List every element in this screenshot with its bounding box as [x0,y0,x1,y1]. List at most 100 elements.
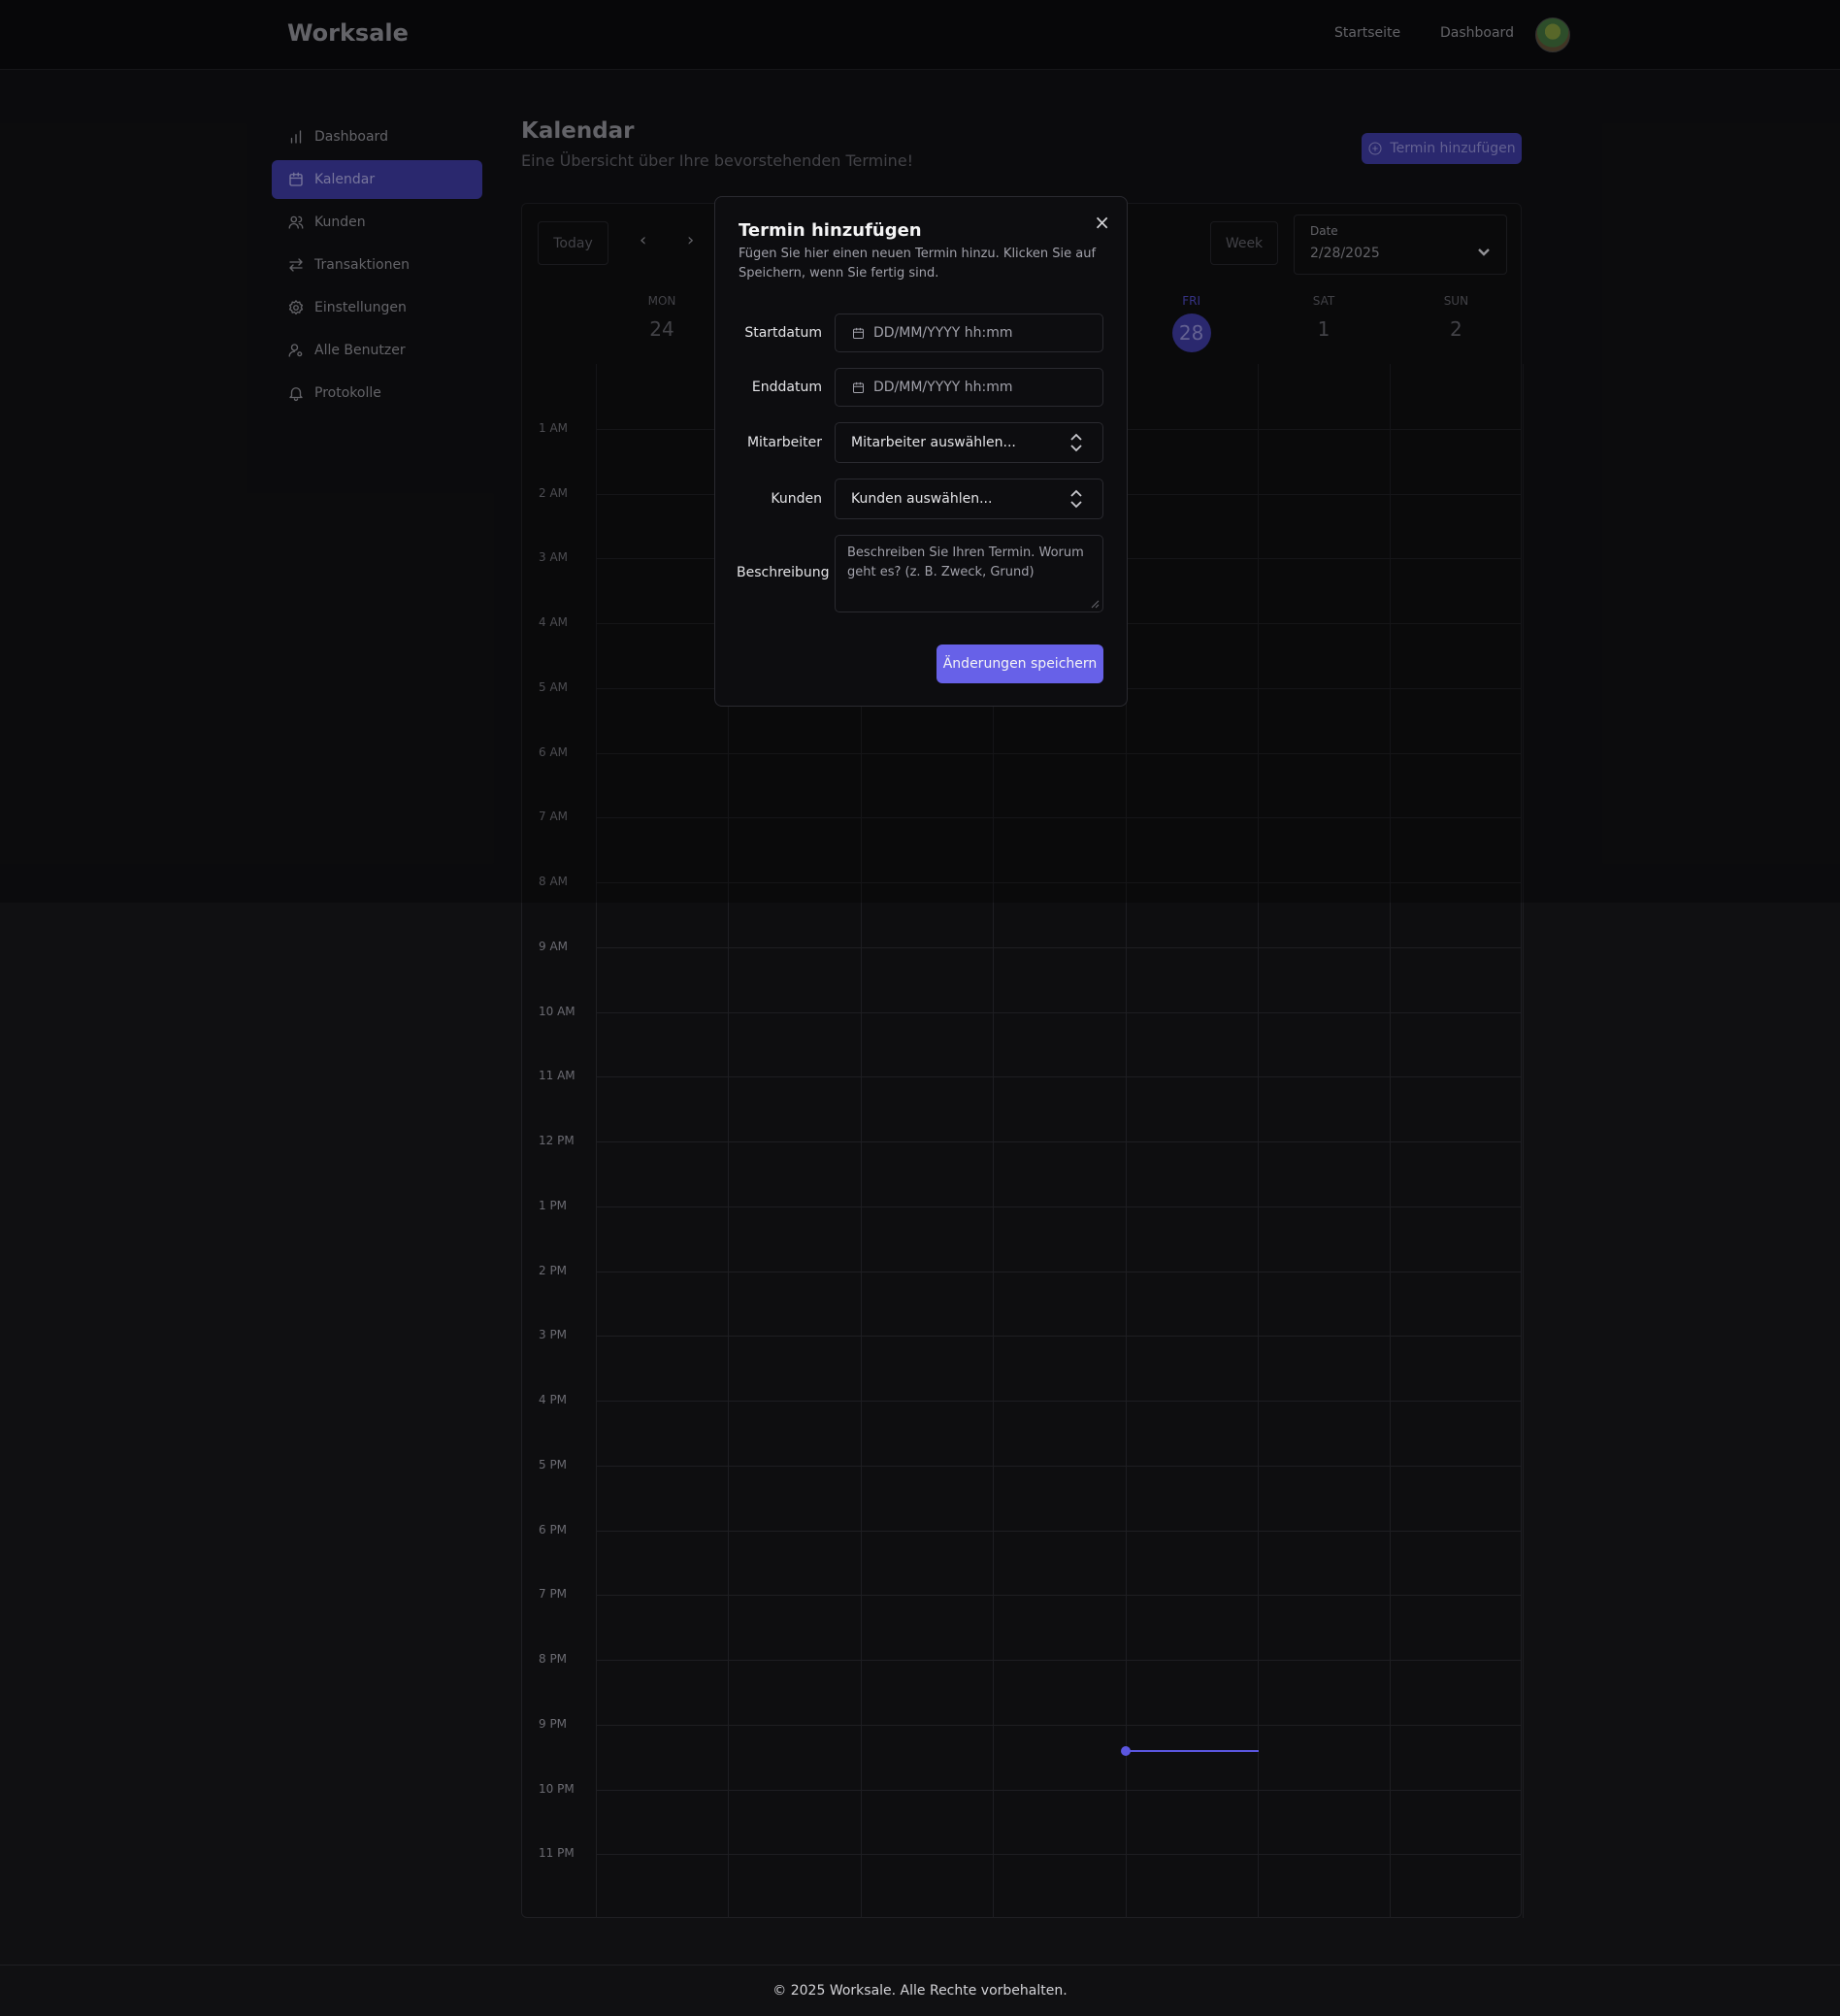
hour-label: 4 AM [539,615,569,629]
date-picker[interactable]: Date 2/28/2025 [1294,215,1507,275]
hour-label: 3 PM [539,1328,568,1341]
day-name: SAT [1312,294,1335,308]
grid-hour-line [596,1076,1522,1077]
day-header-fri[interactable]: FRI 28 [1126,294,1258,352]
plus-circle-icon [1368,142,1382,155]
bar-chart-icon [290,130,302,144]
day-header-mon[interactable]: MON 24 [596,294,728,341]
brand-logo[interactable]: Worksale [287,19,409,47]
grid-hour-line [596,817,1522,818]
hour-label: 7 AM [539,810,569,823]
hour-label: 5 AM [539,680,569,694]
current-time-line [1126,1750,1259,1752]
grid-hour-line [596,1660,1522,1661]
employee-label: Mitarbeiter [746,435,822,450]
sidebar-item-label: Dashboard [314,129,388,145]
end-date-field[interactable]: DD/MM/YYYY hh:mm [835,368,1103,407]
sidebar-item-label: Alle Benutzer [314,343,406,358]
sidebar-item-label: Kunden [314,215,366,230]
hour-label: 6 AM [539,745,569,759]
sidebar-item-label: Kalendar [314,172,376,187]
customer-label: Kunden [771,491,822,507]
grid-hour-line [596,1012,1522,1013]
footer-copyright: © 2025 Worksale. Alle Rechte vorbehalten… [772,1983,1068,1999]
sidebar-item-kunden[interactable]: Kunden [272,203,482,242]
customer-select-value: Kunden auswählen... [851,491,993,507]
description-placeholder: Beschreiben Sie Ihren Termin. Worum geht… [847,545,1084,579]
chevron-down-icon [1478,248,1490,256]
chevron-up-down-icon [1070,433,1082,452]
sidebar-item-einstellungen[interactable]: Einstellungen [272,288,482,327]
today-indicator: 28 [1171,314,1211,352]
sidebar-item-protokolle[interactable]: Protokolle [272,374,482,413]
description-label: Beschreibung [737,565,830,580]
hour-label: 8 PM [539,1652,568,1666]
user-cog-icon [288,344,303,357]
avatar[interactable] [1535,17,1570,52]
page-subtitle: Eine Übersicht über Ihre bevorstehenden … [521,151,914,170]
hour-label: 2 PM [539,1264,568,1277]
day-name: FRI [1182,294,1200,308]
customer-select[interactable]: Kunden auswählen... [835,479,1103,519]
grid-hour-line [596,1725,1522,1726]
prev-week-icon[interactable]: ‹ [640,230,646,250]
users-icon [288,215,304,229]
hour-label: 1 AM [539,421,569,435]
nav-dashboard[interactable]: Dashboard [1440,25,1514,41]
date-label: Date [1310,224,1338,238]
grid-column-line [1523,364,1524,1918]
hour-label: 3 AM [539,550,569,564]
end-date-placeholder: DD/MM/YYYY hh:mm [873,380,1013,395]
hour-label: 9 PM [539,1717,568,1731]
current-time-dot [1121,1746,1131,1756]
close-icon[interactable]: × [1094,211,1110,234]
hour-label: 5 PM [539,1458,568,1471]
bell-icon [289,387,303,402]
sidebar-item-label: Protokolle [314,385,381,401]
view-week-button[interactable]: Week [1210,221,1278,265]
add-appointment-button[interactable]: Termin hinzufügen [1362,133,1522,164]
employee-select[interactable]: Mitarbeiter auswählen... [835,422,1103,463]
day-number: 1 [1317,317,1331,341]
employee-select-value: Mitarbeiter auswählen... [851,435,1016,450]
sidebar-item-dashboard[interactable]: Dashboard [272,117,482,156]
add-appointment-dialog: × Termin hinzufügen Fügen Sie hier einen… [714,196,1128,707]
hour-label: 8 AM [539,875,569,888]
day-name: SUN [1443,294,1469,308]
sidebar-item-alle-benutzer[interactable]: Alle Benutzer [272,331,482,370]
resize-handle-icon[interactable] [1090,599,1100,609]
hour-label: 9 AM [539,940,569,953]
today-button[interactable]: Today [538,221,608,265]
hour-label: 6 PM [539,1523,568,1537]
dialog-description: Fügen Sie hier einen neuen Termin hinzu.… [739,247,1097,281]
grid-hour-line [596,1336,1522,1337]
hour-label: 1 PM [539,1199,568,1212]
nav-startseite[interactable]: Startseite [1334,25,1400,41]
grid-hour-line [596,947,1522,948]
grid-hour-line [596,882,1522,883]
grid-hour-line [596,1595,1522,1596]
grid-hour-line [596,1401,1522,1402]
start-date-field[interactable]: DD/MM/YYYY hh:mm [835,314,1103,352]
save-changes-button[interactable]: Änderungen speichern [936,644,1103,683]
next-week-icon[interactable]: › [687,230,694,250]
description-textarea[interactable]: Beschreiben Sie Ihren Termin. Worum geht… [835,535,1103,612]
hour-label: 11 AM [539,1069,575,1082]
calendar-icon [853,381,864,393]
day-header-sun[interactable]: SUN 2 [1390,294,1522,341]
hour-label: 10 AM [539,1005,575,1018]
day-header-sat[interactable]: SAT 1 [1258,294,1390,341]
sidebar-item-transaktionen[interactable]: Transaktionen [272,246,482,284]
calendar-icon [289,172,303,186]
grid-hour-line [596,753,1522,754]
sidebar-item-label: Einstellungen [314,300,407,315]
hour-label: 11 PM [539,1846,575,1860]
start-date-label: Startdatum [744,325,822,341]
day-number: 28 [1126,312,1258,352]
chevron-up-down-icon [1070,489,1082,509]
top-header: Worksale Startseite Dashboard [0,0,1840,70]
arrows-left-right-icon [289,258,303,272]
grid-hour-line [596,1531,1522,1532]
grid-hour-line [596,1141,1522,1142]
sidebar-item-kalendar[interactable]: Kalendar [272,160,482,199]
